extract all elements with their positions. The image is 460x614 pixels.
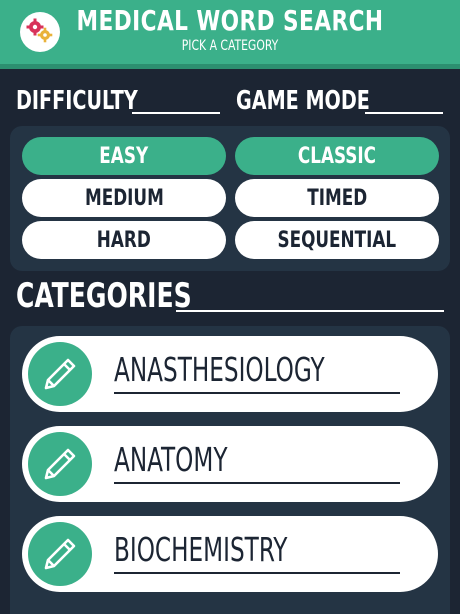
game-mode-rule	[365, 112, 443, 114]
difficulty-medium-button[interactable]: MEDIUM	[22, 179, 226, 217]
mode-sequential-label: SEQUENTIAL	[277, 227, 397, 253]
mode-timed-button[interactable]: TIMED	[235, 179, 439, 217]
category-anatomy[interactable]: ANATOMY	[22, 426, 438, 502]
category-underline	[114, 482, 400, 484]
game-mode-label: GAME MODE	[236, 86, 370, 116]
categories-heading: CATEGORIES	[16, 276, 192, 316]
category-biochemistry[interactable]: BIOCHEMISTRY	[22, 516, 438, 592]
mode-sequential-button[interactable]: SEQUENTIAL	[235, 221, 439, 259]
difficulty-hard-label: HARD	[96, 227, 152, 253]
difficulty-medium-label: MEDIUM	[84, 185, 164, 211]
mode-classic-label: CLASSIC	[297, 143, 377, 169]
app-subtitle: PICK A CATEGORY	[181, 38, 279, 54]
difficulty-label: DIFFICULTY	[16, 86, 138, 116]
category-label: BIOCHEMISTRY	[114, 530, 288, 569]
categories-rule	[176, 310, 444, 312]
difficulty-rule	[132, 112, 220, 114]
difficulty-hard-button[interactable]: HARD	[22, 221, 226, 259]
pencil-icon	[28, 342, 92, 406]
category-label: ANATOMY	[114, 440, 228, 479]
mode-classic-button[interactable]: CLASSIC	[235, 137, 439, 175]
pencil-icon	[28, 432, 92, 496]
difficulty-easy-label: EASY	[99, 143, 149, 169]
app-title: MEDICAL WORD SEARCH	[76, 4, 384, 37]
mode-timed-label: TIMED	[307, 185, 367, 211]
category-label: ANASTHESIOLOGY	[114, 350, 325, 389]
category-underline	[114, 572, 400, 574]
category-anasthesiology[interactable]: ANASTHESIOLOGY	[22, 336, 438, 412]
pencil-icon	[28, 522, 92, 586]
category-underline	[114, 392, 400, 394]
difficulty-easy-button[interactable]: EASY	[22, 137, 226, 175]
header-shadow	[0, 64, 460, 69]
